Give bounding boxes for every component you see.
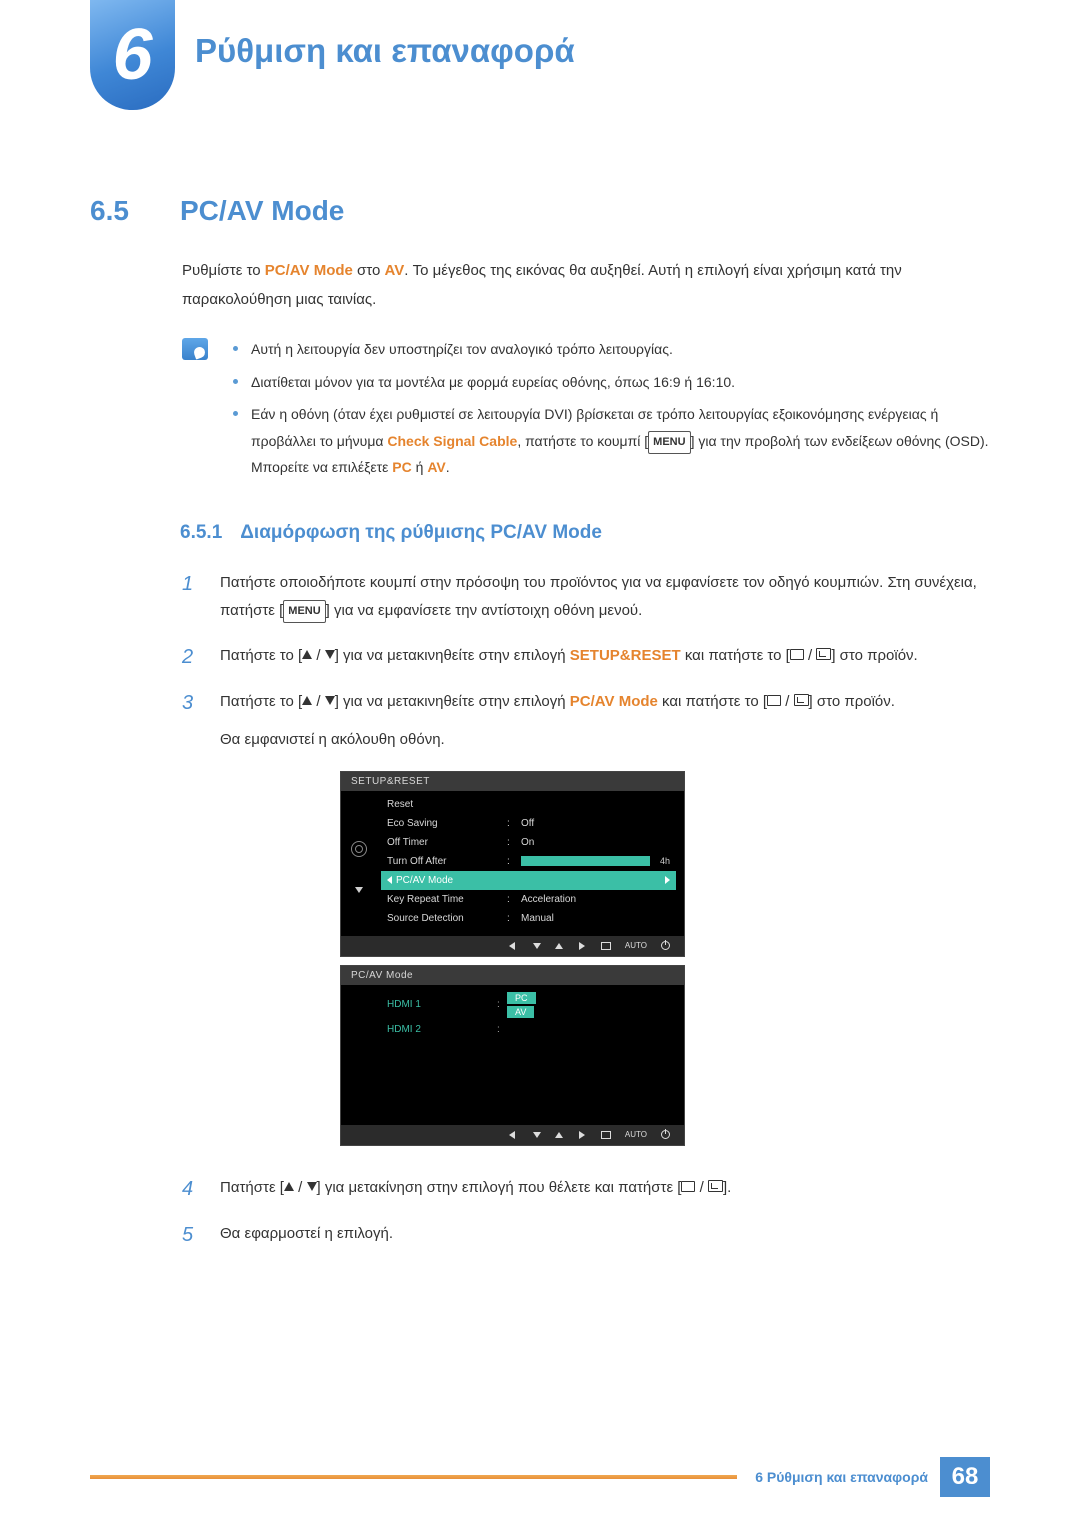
step-body: Θα εφαρμοστεί η επιλογή. bbox=[220, 1220, 990, 1250]
auto-label: AUTO bbox=[625, 941, 647, 950]
up-arrow-icon bbox=[302, 696, 312, 705]
chapter-number-badge: 6 bbox=[90, 0, 175, 110]
note-item: Εάν η οθόνη (όταν έχει ρυθμιστεί σε λειτ… bbox=[233, 401, 990, 481]
osd-menu-rows: Reset Eco Saving:Off Off Timer:On Turn O… bbox=[377, 791, 684, 936]
gear-icon bbox=[351, 841, 367, 857]
step-body: Πατήστε το [ / ] για να μετακινηθείτε στ… bbox=[220, 642, 990, 672]
osd-header: SETUP&RESET bbox=[341, 772, 684, 791]
forward-icon bbox=[577, 1130, 587, 1140]
subsection-title: Διαμόρφωση της ρύθμισης PC/AV Mode bbox=[240, 522, 602, 544]
enter-icon bbox=[601, 1131, 611, 1139]
down-arrow-icon bbox=[325, 696, 335, 705]
note-icon bbox=[182, 338, 208, 360]
osd-setup-reset: SETUP&RESET Reset Eco Saving:Off Off Tim… bbox=[340, 771, 685, 957]
down-arrow-icon bbox=[307, 1182, 317, 1191]
enter-icon bbox=[601, 942, 611, 950]
step-number: 1 bbox=[182, 569, 202, 626]
up-arrow-icon bbox=[302, 650, 312, 659]
select-icon bbox=[681, 1181, 695, 1192]
forward-icon bbox=[577, 941, 587, 951]
osd-footer-controls: AUTO bbox=[341, 1125, 684, 1145]
up-arrow-icon bbox=[284, 1182, 294, 1191]
enter-icon bbox=[708, 1180, 723, 1192]
down-arrow-icon bbox=[325, 650, 335, 659]
enter-icon bbox=[794, 694, 809, 706]
menu-key: MENU bbox=[283, 600, 325, 623]
footer-label: 6 Ρύθμιση και επαναφορά bbox=[755, 1469, 928, 1485]
down-arrow-icon bbox=[533, 943, 541, 949]
footer-bar bbox=[90, 1475, 737, 1479]
section-title: PC/AV Mode bbox=[180, 195, 344, 227]
osd-pcav-mode: PC/AV Mode HDMI 1: PC AV HDMI 2: bbox=[340, 965, 685, 1146]
step-number: 2 bbox=[182, 642, 202, 672]
back-icon bbox=[509, 1130, 519, 1140]
step-number: 3 bbox=[182, 688, 202, 755]
up-arrow-icon bbox=[555, 943, 563, 949]
back-icon bbox=[509, 941, 519, 951]
chapter-title: Ρύθμιση και επαναφορά bbox=[195, 32, 575, 70]
down-arrow-icon bbox=[355, 887, 363, 893]
page-number: 68 bbox=[940, 1457, 990, 1497]
up-arrow-icon bbox=[555, 1132, 563, 1138]
step-number: 4 bbox=[182, 1174, 202, 1204]
intro-paragraph: Ρυθμίστε το PC/AV Mode στο AV. Το μέγεθο… bbox=[182, 257, 990, 314]
select-icon bbox=[767, 695, 781, 706]
step-body: Πατήστε [ / ] για μετακίνηση στην επιλογ… bbox=[220, 1174, 990, 1204]
down-arrow-icon bbox=[533, 1132, 541, 1138]
step-number: 5 bbox=[182, 1220, 202, 1250]
power-icon bbox=[661, 941, 670, 950]
note-item: Αυτή η λειτουργία δεν υποστηρίζει τον αν… bbox=[233, 336, 990, 363]
step-body: Πατήστε οποιοδήποτε κουμπί στην πρόσοψη … bbox=[220, 569, 990, 626]
osd-header: PC/AV Mode bbox=[341, 966, 684, 985]
step-body: Πατήστε το [ / ] για να μετακινηθείτε στ… bbox=[220, 688, 990, 755]
section-number: 6.5 bbox=[90, 195, 155, 227]
auto-label: AUTO bbox=[625, 1130, 647, 1139]
subsection-number: 6.5.1 bbox=[180, 522, 222, 544]
osd-footer-controls: AUTO bbox=[341, 936, 684, 956]
power-icon bbox=[661, 1130, 670, 1139]
note-item: Διατίθεται μόνον για τα μοντέλα με φορμά… bbox=[233, 369, 990, 396]
menu-key: MENU bbox=[648, 431, 690, 454]
note-list: Αυτή η λειτουργία δεν υποστηρίζει τον αν… bbox=[233, 336, 990, 487]
select-icon bbox=[790, 649, 804, 660]
enter-icon bbox=[816, 648, 831, 660]
page-footer: 6 Ρύθμιση και επαναφορά 68 bbox=[90, 1457, 990, 1497]
